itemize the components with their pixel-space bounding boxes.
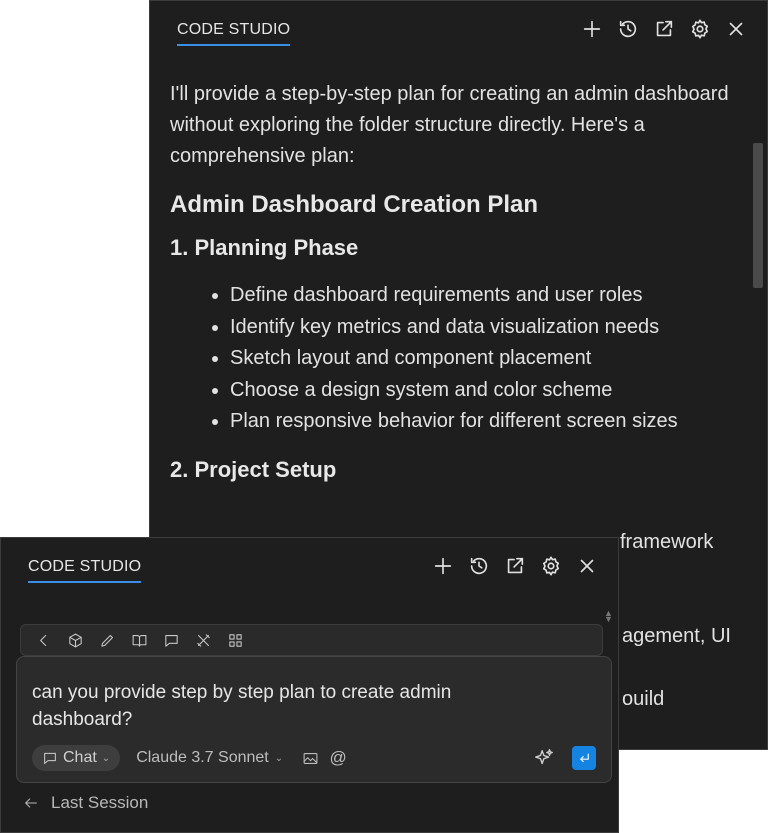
enter-icon [579,753,589,762]
arrow-left-icon [24,798,37,808]
comment-button[interactable] [161,630,181,650]
grid-button[interactable] [225,630,245,650]
plus-icon [583,20,601,38]
mention-button[interactable]: @ [329,748,347,767]
history-button[interactable] [615,16,641,42]
last-session-label: Last Session [51,793,149,812]
model-label: Claude 3.7 Sonnet [136,749,269,766]
close-icon [580,559,594,573]
panel-header: CODE STUDIO [1,538,618,596]
tools-icon [196,633,210,647]
context-toolbar [20,624,603,656]
grid-icon [228,633,242,647]
plan-heading: Admin Dashboard Creation Plan [170,191,539,218]
chat-panel-front: CODE STUDIO ▲ ▼ can you provide step by … [0,537,619,833]
open-external-button[interactable] [651,16,677,42]
cube-button[interactable] [65,630,85,650]
attach-image-button[interactable] [301,749,319,767]
last-session-link[interactable]: Last Session [23,793,148,813]
new-chat-button[interactable] [579,16,605,42]
plus-icon [434,557,452,575]
send-button[interactable] [572,746,596,770]
settings-button[interactable] [687,16,713,42]
mode-selector[interactable]: Chat ⌄ [32,745,121,771]
settings-button[interactable] [538,553,564,579]
history-icon [470,557,488,575]
list-item: Identify key metrics and data visualizat… [230,312,737,344]
resize-handle[interactable]: ▲ ▼ [604,609,613,624]
open-external-button[interactable] [502,553,528,579]
list-item: Choose a design system and color scheme [230,375,737,407]
gear-icon [691,19,709,39]
partial-text-line: agement, UI [622,625,731,647]
partial-text-line: framework [620,531,714,553]
list-item: Define dashboard requirements and user r… [230,280,737,312]
intro-paragraph: I'll provide a step-by-step plan for cre… [170,83,729,167]
cube-icon [68,633,82,647]
mode-label: Chat [63,749,97,766]
header-actions [430,553,600,579]
gear-icon [542,556,560,576]
back-button[interactable] [33,630,53,650]
partial-text-line: ouild [622,688,665,710]
docs-button[interactable] [129,630,149,650]
planning-list: Define dashboard requirements and user r… [170,280,737,438]
section-heading-planning: 1. Planning Phase [170,235,359,260]
image-icon [303,752,318,764]
panel-title[interactable]: CODE STUDIO [177,21,291,46]
enhance-prompt-button[interactable] [532,746,556,770]
external-link-icon [656,20,673,37]
edit-button[interactable] [97,630,117,650]
panel-header: CODE STUDIO [150,1,767,59]
header-actions [579,16,749,42]
history-button[interactable] [466,553,492,579]
section-heading-setup: 2. Project Setup [170,456,337,482]
chat-input-box[interactable]: can you provide step by step plan to cre… [16,656,612,783]
book-icon [132,634,146,647]
assistant-message: I'll provide a step-by-step plan for cre… [170,79,737,502]
close-button[interactable] [723,16,749,42]
list-item: Sketch layout and component placement [230,343,737,375]
panel-title[interactable]: CODE STUDIO [28,558,142,583]
chat-icon [44,752,56,765]
tools-button[interactable] [193,630,213,650]
close-icon [729,22,743,36]
close-button[interactable] [574,553,600,579]
external-link-icon [507,557,524,574]
pencil-icon [100,634,113,647]
chevron-left-icon [39,634,46,646]
scrollbar-thumb[interactable] [753,143,763,288]
list-item: Plan responsive behavior for different s… [230,406,737,438]
model-selector[interactable]: Claude 3.7 Sonnet ⌄ [136,749,283,767]
comment-icon [164,634,178,647]
chevron-down-icon: ⌄ [101,752,111,764]
new-chat-button[interactable] [430,553,456,579]
history-icon [619,20,637,38]
sparkle-icon [535,749,553,765]
prompt-input[interactable]: can you provide step by step plan to cre… [32,679,552,733]
chevron-down-icon: ⌄ [274,752,284,764]
input-footer: Chat ⌄ Claude 3.7 Sonnet ⌄ @ [32,744,596,772]
